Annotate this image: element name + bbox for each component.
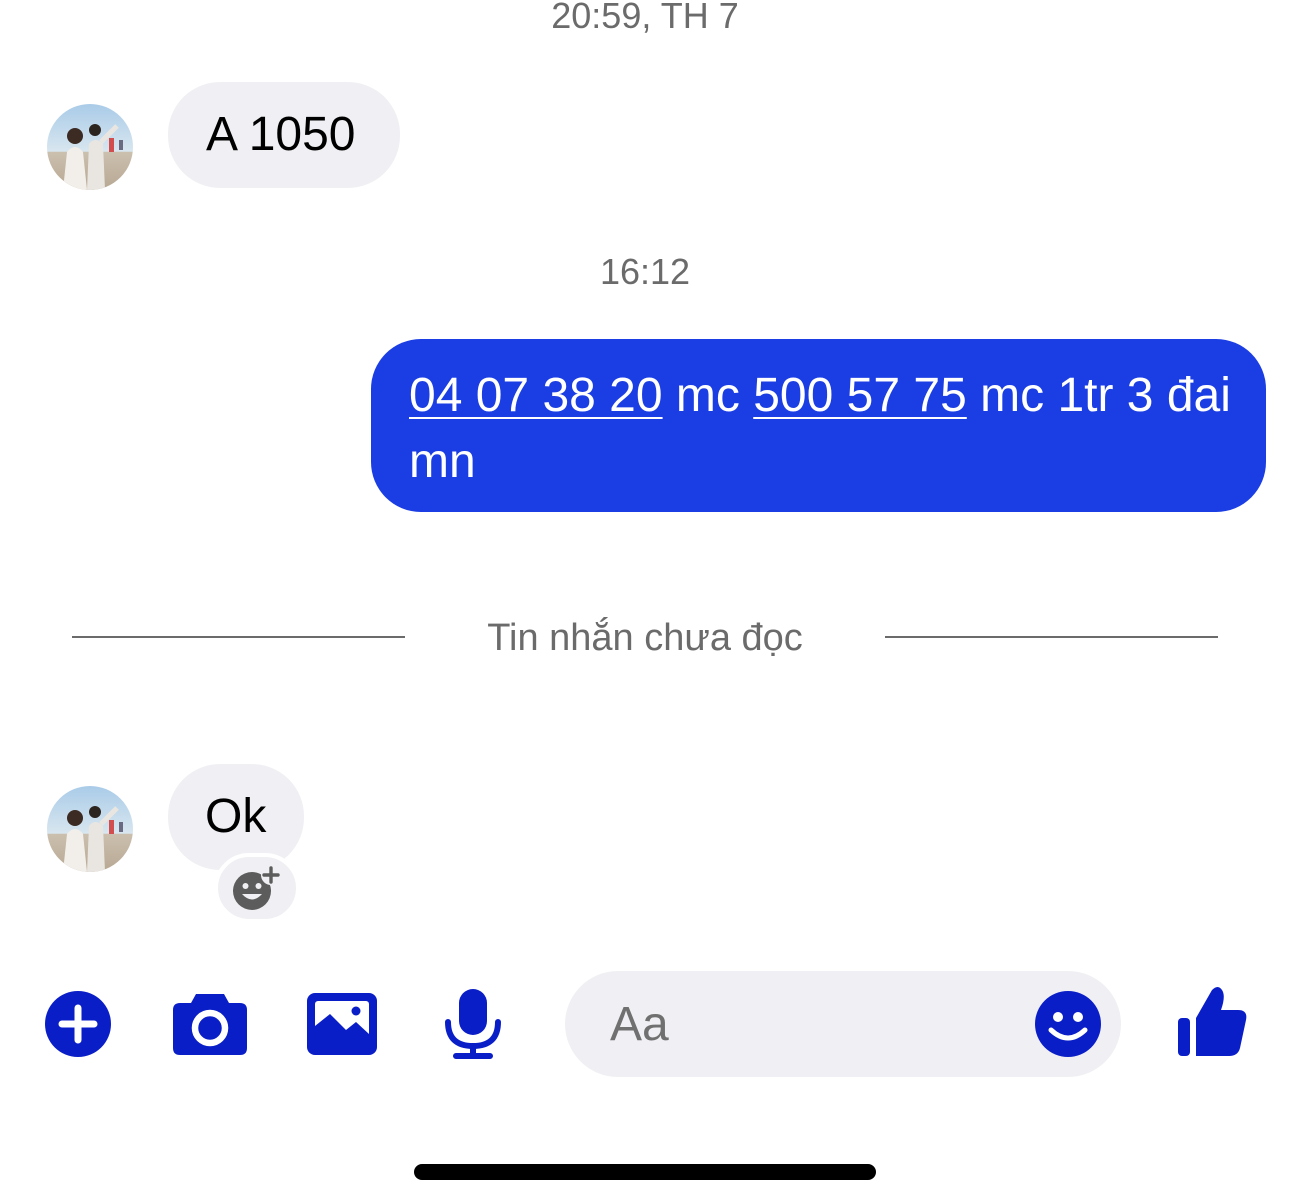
message-composer[interactable] — [565, 971, 1121, 1077]
add-reaction-button[interactable] — [214, 853, 300, 923]
home-indicator[interactable] — [414, 1164, 876, 1180]
incoming-message-bubble[interactable]: Ok — [168, 764, 304, 870]
unread-divider-label: Tin nhắn chưa đọc — [487, 617, 803, 659]
plus-circle-icon[interactable] — [44, 990, 112, 1058]
divider-line — [885, 636, 1218, 638]
image-icon[interactable] — [306, 992, 378, 1056]
message-text: mc — [662, 369, 754, 422]
message-input[interactable] — [610, 995, 1010, 1053]
timestamp: 16:12 — [599, 251, 691, 292]
camera-icon[interactable] — [172, 990, 248, 1056]
phone-number-link[interactable]: 500 57 75 — [753, 369, 967, 422]
smiley-icon[interactable] — [1034, 990, 1102, 1058]
outgoing-message-bubble[interactable]: 04 07 38 20 mc 500 57 75 mc 1tr 3 đai mn — [371, 339, 1266, 512]
contact-avatar[interactable] — [47, 104, 133, 190]
add-reaction-icon — [233, 865, 281, 910]
chat-screen: 20:59, TH 7 A 1050 16:12 04 07 38 20 mc … — [0, 0, 1290, 1204]
microphone-icon[interactable] — [440, 988, 506, 1060]
phone-number-link[interactable]: 04 07 38 20 — [409, 369, 663, 422]
timestamp: 20:59, TH 7 — [551, 0, 739, 36]
contact-avatar[interactable] — [47, 786, 133, 872]
incoming-message-bubble[interactable]: A 1050 — [168, 82, 400, 188]
thumbs-up-icon[interactable] — [1174, 984, 1250, 1060]
